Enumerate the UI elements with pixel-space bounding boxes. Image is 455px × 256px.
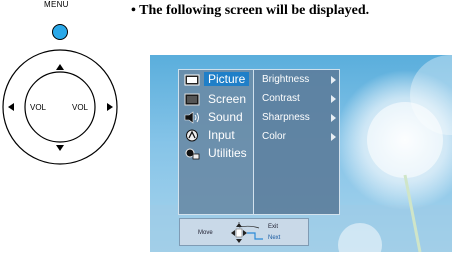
main-menu-label: Utilities (208, 146, 247, 160)
navigation-help-bar: Move Exit Next (179, 218, 309, 246)
vol-left-label[interactable]: VOL (30, 103, 46, 112)
instruction-text: • The following screen will be displayed… (131, 3, 370, 18)
screen-icon (184, 93, 200, 105)
main-menu-item-sound[interactable]: Sound (184, 109, 243, 125)
chevron-right-icon (331, 76, 336, 84)
direction-pad (2, 49, 118, 165)
picture-icon (184, 74, 200, 85)
main-menu-item-screen[interactable]: Screen (184, 91, 246, 107)
sub-menu-panel (254, 69, 340, 215)
chevron-right-icon (331, 114, 336, 122)
osd-menu: Picture Screen Sound Input Utilities Bri… (178, 69, 340, 215)
sub-menu-item-color[interactable]: Color (262, 131, 286, 142)
main-menu-label: Sound (208, 110, 243, 124)
main-menu-label: Screen (208, 92, 247, 106)
sub-menu-item-brightness[interactable]: Brightness (262, 74, 309, 85)
tv-screen: Picture Screen Sound Input Utilities Bri… (150, 55, 452, 252)
move-label: Move (198, 230, 213, 236)
main-menu-item-picture[interactable]: Picture (184, 71, 250, 87)
sub-menu-item-contrast[interactable]: Contrast (262, 93, 300, 104)
sub-menu-item-sharpness[interactable]: Sharpness (262, 112, 310, 123)
main-menu-item-utilities[interactable]: Utilities (184, 145, 247, 161)
chevron-right-icon (331, 133, 336, 141)
sound-icon (184, 110, 199, 124)
input-icon (186, 129, 198, 141)
vol-right-label[interactable]: VOL (72, 103, 88, 112)
main-menu-item-input[interactable]: Input (184, 127, 235, 143)
navigation-arrows-icon (231, 222, 263, 243)
chevron-right-icon (331, 95, 336, 103)
exit-label: Exit (268, 224, 279, 230)
main-menu-label: Picture (204, 72, 250, 86)
main-menu-label: Input (208, 128, 235, 142)
utilities-icon (185, 148, 200, 159)
next-label: Next (268, 235, 281, 241)
